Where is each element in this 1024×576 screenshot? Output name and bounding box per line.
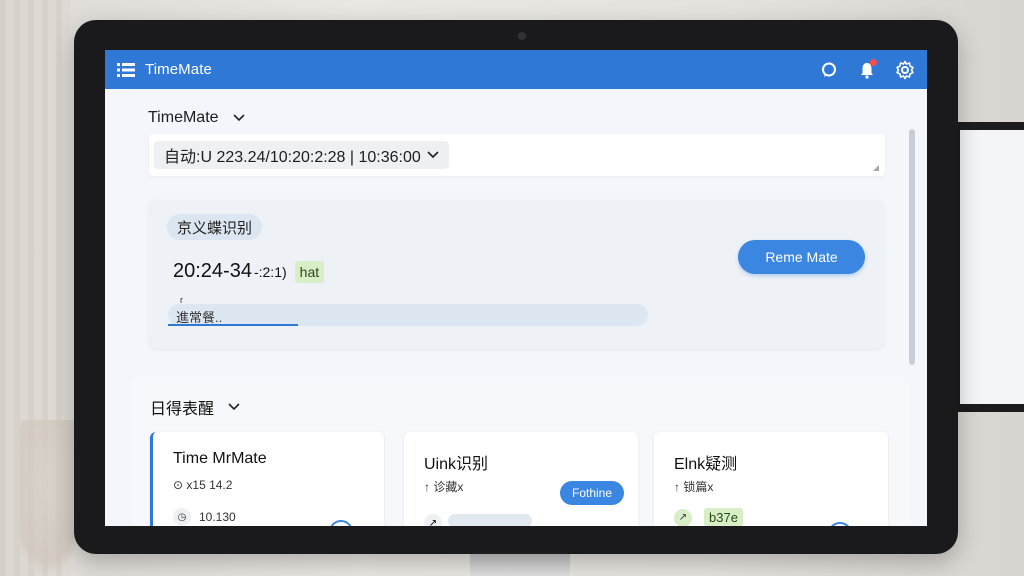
background-monitor (954, 122, 1024, 412)
recognition-card: 京义蝶识别 20:24-34 -:2:1) hat r 進常餐.. Reme M… (149, 200, 885, 349)
recognition-tag: hat (294, 260, 325, 283)
bell-icon[interactable] (857, 58, 877, 80)
reminder-tile-title: Uink识别 (424, 456, 489, 473)
progress-mark: r (180, 295, 183, 305)
reminder-tile-tag: b37e (704, 508, 743, 526)
reminders-section: 日得表醒 Time MrMate ⊙ x15 14.2 ◷ 10.130 Uin… (131, 378, 911, 526)
date-range-value: 自动:U 223.24/10:20:2:28 | 10:36:00 (164, 149, 421, 166)
clock-icon: ◷ (173, 508, 191, 526)
reme-mate-button[interactable]: Reme Mate (738, 240, 865, 274)
recognized-time: 20:24-34 -:2:1) hat (173, 260, 325, 283)
reme-mate-button-label: Reme Mate (765, 249, 838, 265)
app-title: TimeMate (145, 61, 212, 78)
chevron-down-icon (232, 114, 245, 122)
menu-icon[interactable] (117, 62, 135, 77)
reminders-title: 日得表醒 (150, 401, 215, 418)
chevron-down-icon (228, 403, 240, 411)
date-range-chip[interactable]: 自动:U 223.24/10:20:2:28 | 10:36:00 (154, 141, 449, 169)
recognized-time-main: 20:24-34 (173, 260, 252, 282)
recognition-pill-label: 京义蝶识别 (177, 219, 253, 237)
reminder-tile[interactable]: Time MrMate ⊙ x15 14.2 ◷ 10.130 (150, 432, 384, 526)
reminder-tile-sub-text: ↑ 诊藏x (424, 480, 464, 494)
arrow-up-icon: ↗ (674, 508, 692, 526)
recognition-progress: r 進常餐.. (168, 295, 648, 326)
reminder-tile-foot-text: 10.130 (199, 510, 236, 524)
reminder-tile-title: Time MrMate (173, 450, 267, 467)
reminder-tile-foot: ◷ 10.130 (173, 508, 236, 526)
reminder-tile-sub: ⊙ x15 14.2 (173, 478, 232, 492)
chevron-down-icon (427, 151, 439, 159)
chat-icon[interactable] (819, 60, 839, 80)
resize-handle-icon: ◢ (872, 163, 879, 172)
workspace-title: TimeMate (148, 109, 219, 126)
reminder-tile-sub: ↑ 诊藏x (424, 478, 463, 495)
date-range-field[interactable]: 自动:U 223.24/10:20:2:28 | 10:36:00 ◢ (149, 134, 885, 176)
reminder-tile-sub-text: ⊙ x15 14.2 (173, 478, 233, 492)
app-screen: TimeMate TimeMate 自动:U 223.24/10:20:2:28… (105, 50, 927, 526)
reminder-tile-button-label: Fothine (571, 486, 613, 500)
reminder-action-button[interactable] (329, 520, 353, 526)
recognized-time-suffix: -:2:1) (253, 263, 287, 280)
reminder-tile-bar (448, 514, 532, 526)
reminder-action-button[interactable] (828, 522, 852, 526)
notification-badge (870, 58, 877, 66)
reminders-selector[interactable]: 日得表醒 (150, 395, 240, 419)
reminder-tile-title: Elnk疑测 (674, 456, 738, 473)
app-bar: TimeMate (105, 50, 927, 89)
gear-icon[interactable] (895, 60, 915, 80)
workspace-selector[interactable]: TimeMate (148, 109, 245, 127)
recognition-pill: 京义蝶识别 (167, 214, 263, 240)
main-content: TimeMate 自动:U 223.24/10:20:2:28 | 10:36:… (105, 89, 917, 526)
scrollbar[interactable] (909, 129, 915, 365)
reminder-tile-foot: ↗ b37e (674, 508, 743, 526)
arrow-up-icon: ↗ (424, 514, 442, 526)
reminder-tile[interactable]: Elnk疑测 ↑ 锁篇x ↗ b37e (654, 432, 888, 526)
reminder-tile[interactable]: Uink识别 ↑ 诊藏x Fothine ↗ (404, 432, 638, 526)
camera (518, 32, 526, 40)
reminder-tile-sub-text: ↑ 锁篇x (674, 480, 714, 494)
reminder-tile-sub: ↑ 锁篇x (674, 478, 713, 495)
reminder-tile-button[interactable]: Fothine (560, 481, 624, 505)
progress-fill (168, 324, 298, 326)
